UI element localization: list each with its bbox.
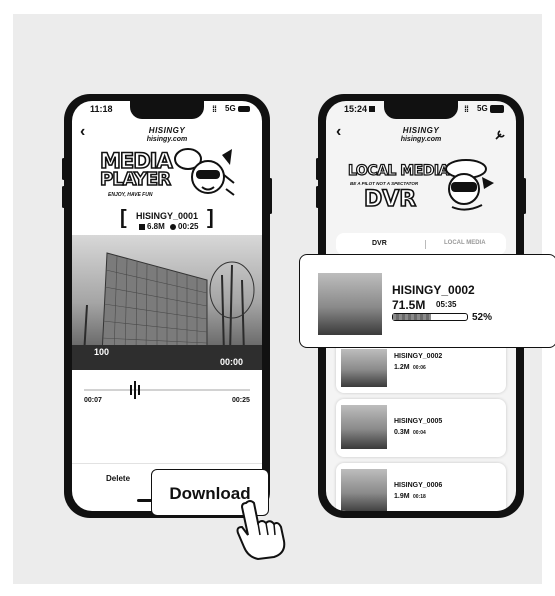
bracket-right-icon: ] — [207, 207, 214, 229]
brand-name: HISINGY — [402, 126, 440, 135]
record-icon — [369, 106, 375, 112]
network-label: 5G — [225, 104, 236, 113]
file-size: 1.2M — [394, 364, 410, 371]
time-total: 00:25 — [232, 397, 250, 404]
tab-divider — [425, 240, 426, 249]
brand-logo: HISINGY hisingy.com — [137, 126, 197, 144]
file-size: 6.8M — [147, 222, 165, 231]
left-phone-volume-button — [62, 158, 65, 180]
right-phone-power-button — [523, 178, 526, 214]
hero-tagline: BE A PILOT NOT A SPECTATOR — [350, 181, 419, 186]
back-arrow-icon[interactable]: ‹ — [80, 123, 85, 141]
video-thumbnail — [341, 349, 387, 387]
mascot-illustration — [174, 148, 235, 196]
status-time: 15:24 — [344, 104, 368, 114]
wrench-icon[interactable] — [494, 129, 506, 141]
file-duration: 00:04 — [413, 430, 426, 436]
video-overlay-left: 100 — [94, 347, 110, 357]
download-progress-card[interactable]: HISINGY_0002 71.5M 05:35 52% — [299, 254, 555, 348]
signal-icon: ⁞⁞ — [212, 104, 217, 114]
video-overlay-right: 00:00 — [220, 357, 244, 367]
download-progress-fill — [393, 314, 432, 320]
tab-dvr[interactable]: DVR — [372, 240, 387, 247]
left-phone-volume-button — [62, 186, 65, 208]
seek-bar-handle[interactable] — [130, 381, 140, 399]
hero-title-local-media: LOCAL MEDIA — [347, 162, 450, 179]
status-time: 11:18 — [90, 104, 113, 114]
clock-icon — [170, 224, 176, 230]
brand-domain: hisingy.com — [146, 136, 188, 143]
download-file-name: HISINGY_0002 — [392, 283, 475, 297]
seek-bar-track[interactable] — [84, 389, 250, 391]
left-phone-screen: 11:18 ⁞⁞ 5G ‹ HISINGY hisingy.com MEDIA … — [72, 101, 262, 511]
delete-button[interactable]: Delete — [106, 474, 130, 483]
right-phone-volume-button — [316, 158, 319, 180]
list-item[interactable]: HISINGY_0006 1.9M 00:18 — [336, 463, 506, 511]
file-duration: 00:18 — [413, 494, 426, 500]
file-size: 1.9M — [394, 493, 410, 500]
video-thumbnail — [341, 405, 387, 449]
video-thumbnail — [341, 469, 387, 511]
list-item[interactable]: HISINGY_0005 0.3M 00:04 — [336, 399, 506, 457]
time-current: 00:07 — [84, 397, 102, 404]
file-name: HISINGY_0005 — [394, 418, 443, 425]
back-arrow-icon[interactable]: ‹ — [336, 123, 341, 141]
file-name: HISINGY_0002 — [394, 353, 443, 360]
download-progress-percent: 52% — [472, 312, 493, 323]
brand-domain: hisingy.com — [400, 136, 442, 143]
video-preview[interactable]: 100 00:00 — [72, 235, 262, 370]
file-size: 0.3M — [394, 429, 410, 436]
left-phone-power-button — [269, 178, 272, 214]
notch — [384, 101, 458, 119]
file-size-icon — [139, 224, 145, 230]
brand-logo: HISINGY hisingy.com — [391, 126, 451, 144]
mascot-illustration — [445, 159, 494, 211]
video-thumbnail — [318, 273, 382, 335]
download-progress-bar — [392, 313, 468, 321]
right-phone-volume-button — [316, 186, 319, 208]
list-item[interactable]: HISINGY_0002 1.2M 00:06 — [336, 341, 506, 393]
file-name: HISINGY_0006 — [394, 482, 443, 489]
battery-icon — [490, 105, 504, 113]
file-name: HISINGY_0001 — [136, 211, 199, 221]
network-label: 5G — [477, 104, 488, 113]
brand-name: HISINGY — [148, 126, 186, 135]
file-duration: 00:06 — [413, 365, 426, 371]
hero-tagline: ENJOY, HAVE FUN — [108, 192, 153, 198]
hero-title-dvr: DVR — [363, 186, 417, 213]
bracket-left-icon: [ — [120, 207, 127, 229]
hero-title-player: PLAYER — [99, 168, 172, 191]
battery-icon — [238, 106, 250, 112]
download-file-size: 71.5M — [392, 298, 426, 312]
download-file-duration: 05:35 — [436, 300, 457, 309]
pointing-hand-icon — [236, 500, 286, 561]
notch — [130, 101, 204, 119]
divider — [72, 463, 262, 464]
file-duration: 00:25 — [178, 222, 199, 231]
tab-local-media[interactable]: LOCAL MEDIA — [444, 240, 486, 246]
signal-icon: ⁞⁞ — [464, 104, 469, 114]
